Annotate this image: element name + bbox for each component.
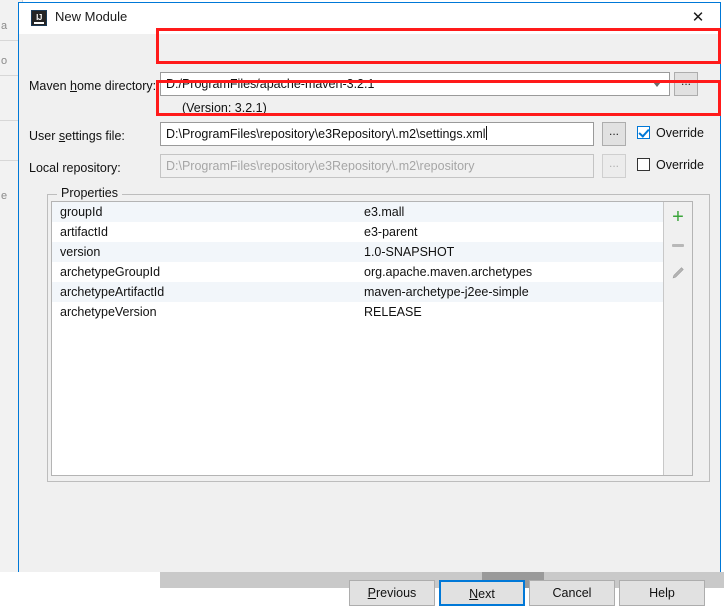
background-text-fragment-2: o xyxy=(1,55,8,67)
properties-toolbar: + xyxy=(663,202,692,475)
user-settings-browse-button[interactable]: ... xyxy=(602,122,626,146)
property-value: org.apache.maven.archetypes xyxy=(364,265,533,279)
table-row[interactable]: archetypeGroupId org.apache.maven.archet… xyxy=(52,262,665,282)
maven-home-combobox[interactable]: D:/ProgramFiles/apache-maven-3.2.1 xyxy=(160,72,670,96)
property-key: artifactId xyxy=(60,225,108,239)
background-divider-3 xyxy=(0,120,20,121)
help-button[interactable]: Help xyxy=(619,580,705,606)
local-repository-label: Local repository: xyxy=(29,161,121,175)
local-repository-value: D:\ProgramFiles\repository\e3Repository\… xyxy=(166,159,475,173)
user-settings-input[interactable]: D:\ProgramFiles\repository\e3Repository\… xyxy=(160,122,594,146)
add-property-button[interactable]: + xyxy=(664,204,692,230)
pencil-icon xyxy=(672,267,684,279)
background-text-fragment-3: e xyxy=(1,190,8,202)
local-repository-override-checkbox[interactable]: Override xyxy=(637,158,704,172)
property-key: archetypeGroupId xyxy=(60,265,161,279)
user-settings-value: D:\ProgramFiles\repository\e3Repository\… xyxy=(166,127,486,141)
background-divider-4 xyxy=(0,160,20,161)
property-value: e3.mall xyxy=(364,205,405,219)
properties-table[interactable]: groupId e3.mall artifactId e3-parent ver… xyxy=(51,201,693,476)
maven-version-hint: (Version: 3.2.1) xyxy=(182,101,267,115)
properties-table-body: groupId e3.mall artifactId e3-parent ver… xyxy=(52,202,665,322)
property-value: RELEASE xyxy=(364,305,422,319)
maven-home-value: D:/ProgramFiles/apache-maven-3.2.1 xyxy=(166,77,375,91)
text-caret xyxy=(485,126,487,140)
table-row[interactable]: archetypeArtifactId maven-archetype-j2ee… xyxy=(52,282,665,302)
maven-home-label: Maven home directory: xyxy=(29,79,157,93)
user-settings-override-checkbox[interactable]: Override xyxy=(637,126,704,140)
new-module-dialog: IJ New Module ✕ Maven home directory: D:… xyxy=(18,2,721,606)
local-repository-browse-button[interactable]: ... xyxy=(602,154,626,178)
dialog-title: New Module xyxy=(55,9,128,24)
maven-home-browse-button[interactable]: ... xyxy=(674,72,698,96)
user-settings-label: User settings file: xyxy=(29,129,125,143)
intellij-idea-icon: IJ xyxy=(31,10,47,26)
edit-property-button[interactable] xyxy=(664,260,692,286)
remove-property-button[interactable] xyxy=(664,232,692,258)
background-text-fragment-1: a xyxy=(1,20,8,32)
cancel-button[interactable]: Cancel xyxy=(529,580,615,606)
property-value: e3-parent xyxy=(364,225,418,239)
property-key: version xyxy=(60,245,101,259)
user-settings-override-label: Override xyxy=(656,126,704,140)
background-divider-2 xyxy=(0,75,20,76)
checkbox-checked-icon[interactable] xyxy=(637,126,650,139)
previous-button[interactable]: Previous xyxy=(349,580,435,606)
next-button[interactable]: Next xyxy=(439,580,525,606)
property-key: archetypeVersion xyxy=(60,305,157,319)
table-row[interactable]: artifactId e3-parent xyxy=(52,222,665,242)
background-desktop-bar-left xyxy=(0,572,160,588)
close-icon[interactable]: ✕ xyxy=(676,3,720,32)
local-repository-override-label: Override xyxy=(656,158,704,172)
table-row[interactable]: archetypeVersion RELEASE xyxy=(52,302,665,322)
property-value: maven-archetype-j2ee-simple xyxy=(364,285,529,299)
table-row[interactable]: version 1.0-SNAPSHOT xyxy=(52,242,665,262)
table-row[interactable]: groupId e3.mall xyxy=(52,202,665,222)
dialog-content: Maven home directory: D:/ProgramFiles/ap… xyxy=(19,34,720,606)
background-divider-1 xyxy=(0,40,20,41)
properties-legend: Properties xyxy=(57,186,122,200)
checkbox-unchecked-icon[interactable] xyxy=(637,158,650,171)
chevron-down-icon[interactable] xyxy=(653,82,661,87)
property-key: groupId xyxy=(60,205,103,219)
property-key: archetypeArtifactId xyxy=(60,285,165,299)
local-repository-input[interactable]: D:\ProgramFiles\repository\e3Repository\… xyxy=(160,154,594,178)
property-value: 1.0-SNAPSHOT xyxy=(364,245,455,259)
dialog-titlebar: IJ New Module ✕ xyxy=(19,3,720,34)
